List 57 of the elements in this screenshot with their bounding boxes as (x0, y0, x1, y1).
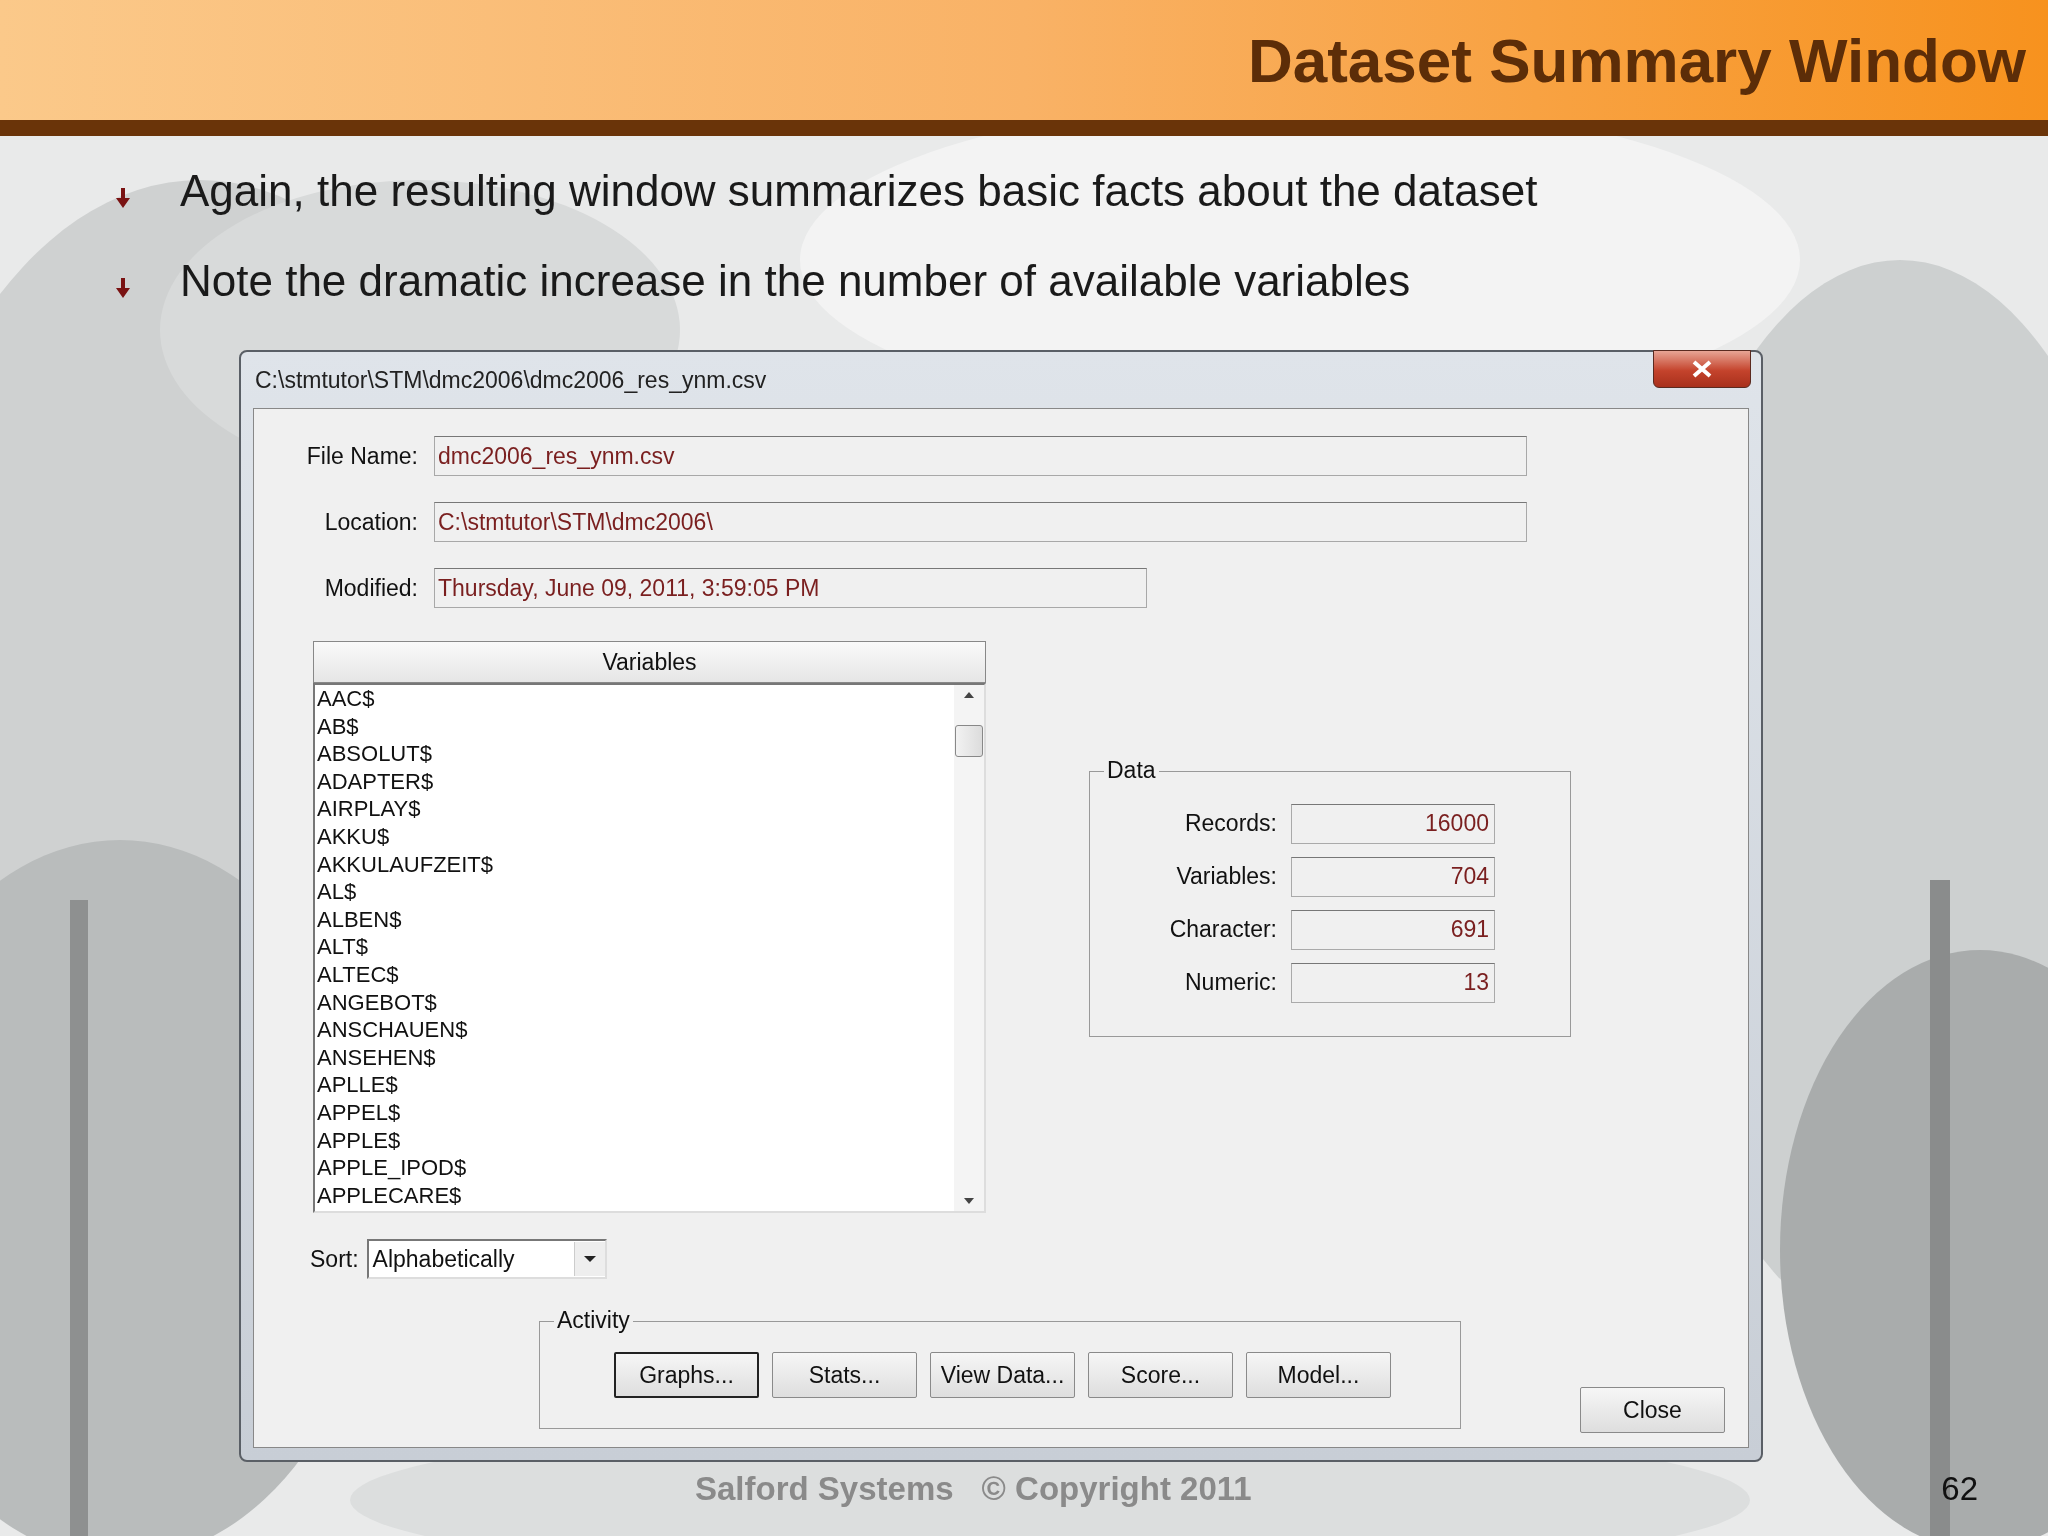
value-field: 691 (1291, 909, 1495, 950)
activity-button[interactable]: Model... (1246, 1352, 1391, 1398)
list-item[interactable]: AAC$ (317, 685, 954, 713)
list-item[interactable]: ALTEC$ (317, 960, 954, 989)
list-item[interactable]: APPLE$ (317, 1126, 954, 1155)
list-item[interactable]: ANSCHAUEN$ (317, 1016, 954, 1044)
activity-button[interactable]: Stats... (772, 1352, 917, 1398)
scroll-thumb[interactable] (955, 725, 983, 757)
data-label: Character: (1168, 916, 1277, 943)
sort-label: Sort: (310, 1245, 359, 1273)
field-label: File Name: (305, 442, 418, 470)
text-field[interactable]: C:\stmtutor\STM\dmc2006\ (434, 502, 1527, 542)
data-label: Records: (1183, 810, 1277, 837)
text-field[interactable]: dmc2006_res_ynm.csv (434, 436, 1527, 476)
close-button[interactable] (1653, 350, 1751, 388)
list-item[interactable]: APPLECARE$ (317, 1181, 954, 1210)
dropdown-arrow-icon (582, 1255, 597, 1263)
slide-title: Dataset Summary Window (1247, 24, 2026, 96)
field-label: Location: (323, 508, 418, 536)
list-item[interactable]: AKKULAUFZEIT$ (317, 850, 954, 879)
footer-text: © Copyright 2011 (981, 1470, 1252, 1508)
column-header[interactable]: Variables (313, 641, 986, 683)
list-item[interactable]: AKKU$ (317, 822, 954, 851)
activity-button[interactable]: Graphs... (614, 1352, 759, 1398)
value-field: 16000 (1291, 803, 1495, 844)
close-button[interactable]: Close (1580, 1387, 1725, 1433)
list-item[interactable]: APPLE_IPOD$ (317, 1154, 954, 1182)
data-label: Variables: (1175, 863, 1277, 890)
value-field: 704 (1291, 856, 1495, 897)
bullet-text: Again, the resulting window summarizes basic facts about the dataset (180, 166, 1538, 216)
scroll-down-icon[interactable] (963, 1197, 975, 1205)
scroll-up-icon[interactable] (963, 691, 975, 699)
activity-button[interactable]: Score... (1088, 1352, 1233, 1398)
footer-text: Salford Systems (695, 1470, 954, 1508)
text-field[interactable]: Thursday, June 09, 2011, 3:59:05 PM (434, 568, 1147, 608)
list-item[interactable]: ABSOLUT$ (317, 740, 954, 768)
field-label: Modified: (323, 574, 418, 602)
activity-button[interactable]: View Data... (930, 1352, 1075, 1398)
list-item[interactable]: AL$ (317, 878, 954, 906)
sort-dropdown[interactable]: Alphabetically (366, 1239, 607, 1279)
group-legend: Activity (554, 1307, 633, 1334)
data-label: Numeric: (1184, 969, 1277, 996)
list-item[interactable]: ANGEBOT$ (317, 988, 954, 1017)
bullet-text: Note the dramatic increase in the number of available variables (180, 256, 1411, 306)
close-icon (1691, 360, 1713, 378)
page-number: 62 (1941, 1470, 1978, 1508)
list-item[interactable]: ADAPTER$ (317, 767, 954, 796)
list-item[interactable]: ALBEN$ (317, 905, 954, 934)
scrollbar[interactable] (954, 685, 984, 1211)
window-title: C:\stmtutor\STM\dmc2006\dmc2006_res_ynm.csv (254, 366, 767, 394)
list-item[interactable]: AIRPLAY$ (317, 795, 954, 823)
list-item[interactable]: APPEL$ (317, 1098, 954, 1127)
list-item[interactable]: ANSEHEN$ (317, 1043, 954, 1072)
list-item[interactable]: ALT$ (317, 933, 954, 961)
list-item[interactable]: APLLE$ (317, 1071, 954, 1099)
value-field: 13 (1291, 962, 1495, 1003)
list-item[interactable]: AB$ (317, 712, 954, 741)
